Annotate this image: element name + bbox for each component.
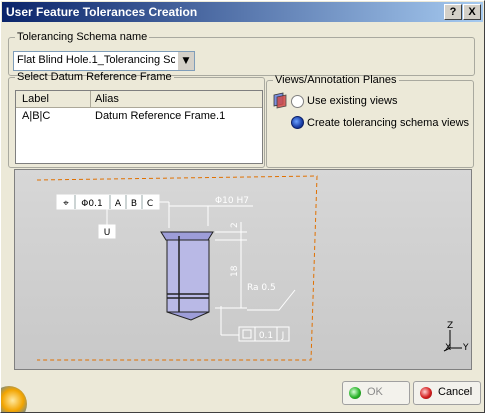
geometry-viewer[interactable]: ⌖ Φ0.1 A B C U Φ10 H7 2 18 Ra 0.5 0.1 J … <box>14 169 472 370</box>
title-bar[interactable]: User Feature Tolerances Creation ? X <box>2 2 483 22</box>
dialog-window: User Feature Tolerances Creation ? X Tol… <box>0 0 485 413</box>
radio-use-existing-views[interactable] <box>291 95 304 108</box>
datum-tag-text: U <box>104 228 111 238</box>
axis-y-label: Y <box>462 343 469 353</box>
datum-legend: Select Datum Reference Frame <box>17 71 172 83</box>
diameter-dim-text: Φ10 H7 <box>215 196 249 206</box>
schema-legend: Tolerancing Schema name <box>17 31 148 43</box>
help-button[interactable]: ? <box>444 4 462 20</box>
ok-label: OK <box>367 386 383 398</box>
column-header-label[interactable]: Label <box>22 93 49 105</box>
axis-z-label: Z <box>447 321 453 331</box>
axis-x-label: X <box>445 343 451 353</box>
radio-label-create-schema[interactable]: Create tolerancing schema views <box>307 117 469 129</box>
radio-create-schema-views[interactable] <box>291 116 304 129</box>
radio-label-use-existing[interactable]: Use existing views <box>307 95 397 107</box>
flatness-datum-text: J <box>281 331 285 341</box>
cancel-label: Cancel <box>438 386 473 398</box>
fcf-tolerance-text: Φ0.1 <box>81 199 102 209</box>
datum-table: Label Alias A|B|C Datum Reference Frame.… <box>15 90 263 164</box>
flatness-tol-text: 0.1 <box>259 331 273 341</box>
fcf-datum-c: C <box>147 199 153 209</box>
views-plane-icon <box>271 91 289 109</box>
schema-dropdown[interactable]: Flat Blind Hole.1_Tolerancing Sch ▼ <box>13 51 195 71</box>
globe-icon <box>1 384 31 412</box>
close-button[interactable]: X <box>463 4 481 20</box>
flatness-symbol <box>242 329 252 339</box>
fcf-datum-b: B <box>131 199 137 209</box>
chevron-down-icon[interactable]: ▼ <box>177 52 194 70</box>
datum-table-header: Label Alias <box>16 91 262 108</box>
column-header-alias[interactable]: Alias <box>95 93 119 105</box>
row-alias: Datum Reference Frame.1 <box>95 110 226 122</box>
cancel-icon <box>420 387 432 399</box>
roughness-text: Ra 0.5 <box>247 283 276 293</box>
table-row[interactable]: A|B|C Datum Reference Frame.1 <box>16 108 262 124</box>
window-title: User Feature Tolerances Creation <box>6 5 198 19</box>
depth-dim-text: 18 <box>230 265 240 277</box>
position-symbol: ⌖ <box>63 198 69 209</box>
cylinder-part <box>160 231 214 321</box>
views-legend: Views/Annotation Planes <box>275 74 397 86</box>
top-dim-text: 2 <box>230 222 240 228</box>
row-label: A|B|C <box>22 110 51 122</box>
ok-button[interactable]: OK <box>342 381 410 405</box>
ok-icon <box>349 387 361 399</box>
fcf-datum-a: A <box>115 199 122 209</box>
schema-value: Flat Blind Hole.1_Tolerancing Sch <box>17 54 175 66</box>
cancel-button[interactable]: Cancel <box>413 381 481 405</box>
